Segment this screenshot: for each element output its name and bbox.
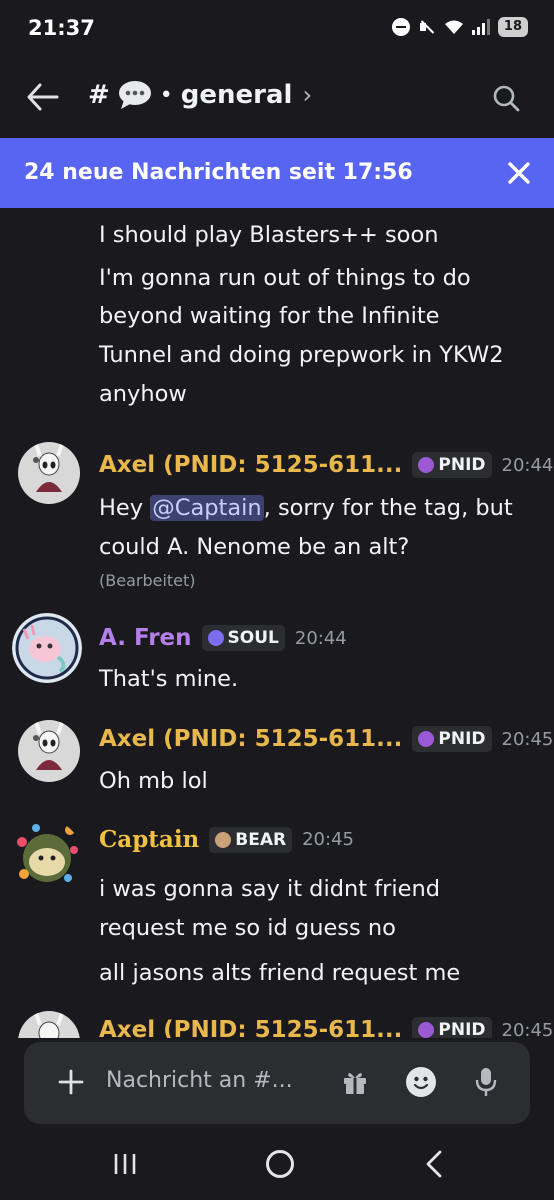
- timestamp: 20:45: [501, 1019, 554, 1039]
- avatar[interactable]: [12, 613, 82, 683]
- close-icon[interactable]: [506, 160, 532, 186]
- channel-separator: •: [159, 82, 173, 108]
- system-nav-bar: [0, 1130, 554, 1200]
- author-name[interactable]: Axel (PNID: 5125-611...: [99, 1017, 402, 1038]
- mute-icon: [418, 18, 436, 36]
- do-not-disturb-icon: [391, 18, 410, 36]
- message-line: beyond waiting for the Infinite: [99, 303, 440, 329]
- server-tag-label: SOUL: [227, 628, 279, 648]
- message-line: Tunnel and doing prepwork in YKW2: [99, 342, 504, 368]
- author-name[interactable]: Captain: [99, 826, 199, 853]
- message-line: i was gonna say it didnt friend: [99, 876, 441, 902]
- plus-icon[interactable]: [58, 1069, 84, 1095]
- message-header: Captain BEAR 20:45: [99, 826, 354, 853]
- timestamp: 20:44: [501, 454, 554, 476]
- mushroom-icon: [418, 457, 435, 473]
- message-header: Axel (PNID: 5125-611... PNID 20:45: [99, 1017, 553, 1038]
- message-line: I should play Blasters++ soon: [99, 222, 439, 248]
- mushroom-icon: [418, 1022, 435, 1038]
- cellular-signal-icon: [471, 19, 490, 35]
- server-tag[interactable]: PNID: [412, 1017, 492, 1038]
- message-list[interactable]: I should play Blasters++ soon I'm gonna …: [0, 208, 554, 1038]
- avatar[interactable]: [18, 442, 80, 504]
- edited-label: (Bearbeitet): [99, 571, 196, 590]
- mushroom-icon: [418, 731, 435, 747]
- message-line: could A. Nenome be an alt?: [99, 534, 410, 560]
- microphone-icon[interactable]: [475, 1066, 497, 1098]
- channel-header: # • general ›: [0, 60, 554, 138]
- server-tag-label: PNID: [438, 729, 486, 749]
- timestamp: 20:45: [501, 728, 554, 750]
- gift-icon[interactable]: [341, 1068, 369, 1096]
- server-tag-label: PNID: [438, 1020, 486, 1038]
- server-tag[interactable]: PNID: [412, 452, 492, 478]
- recent-apps-icon[interactable]: [112, 1152, 138, 1176]
- message-header: Axel (PNID: 5125-611... PNID 20:45: [99, 726, 553, 752]
- avatar[interactable]: [18, 720, 80, 782]
- message-line: I'm gonna run out of things to do: [99, 265, 471, 291]
- arrow-left-icon[interactable]: [26, 82, 60, 112]
- message-header: A. Fren SOUL 20:44: [99, 625, 347, 651]
- timestamp: 20:45: [302, 829, 354, 850]
- flame-icon: [207, 630, 224, 646]
- message-line: That's mine.: [99, 666, 239, 692]
- user-mention[interactable]: @Captain: [150, 495, 264, 521]
- channel-name: general: [180, 80, 293, 110]
- home-icon[interactable]: [266, 1150, 294, 1178]
- message-line: Hey @Captain, sorry for the tag, but: [99, 489, 513, 527]
- new-messages-banner[interactable]: 24 neue Nachrichten seit 17:56: [0, 138, 554, 208]
- channel-hash: #: [88, 80, 110, 110]
- server-tag[interactable]: SOUL: [201, 625, 285, 651]
- author-name[interactable]: Axel (PNID: 5125-611...: [99, 452, 402, 478]
- status-time: 21:37: [28, 16, 95, 40]
- avatar[interactable]: [18, 1011, 80, 1038]
- message-line: anyhow: [99, 381, 187, 407]
- message-text: , sorry for the tag, but: [263, 495, 513, 521]
- author-name[interactable]: Axel (PNID: 5125-611...: [99, 726, 402, 752]
- status-icons: 18: [391, 17, 528, 37]
- message-composer[interactable]: Nachricht an #...: [24, 1042, 530, 1124]
- message-line: Oh mb lol: [99, 768, 208, 794]
- timestamp: 20:44: [294, 627, 347, 649]
- battery-indicator: 18: [497, 17, 528, 37]
- emoji-icon[interactable]: [406, 1067, 436, 1097]
- search-icon[interactable]: [492, 84, 520, 112]
- server-tag-label: BEAR: [235, 829, 287, 850]
- server-tag[interactable]: BEAR: [209, 826, 293, 853]
- bear-icon: [215, 831, 232, 848]
- speech-bubble-emoji-icon: [118, 80, 152, 110]
- message-line: request me so id guess no: [99, 915, 396, 941]
- server-tag[interactable]: PNID: [412, 726, 492, 752]
- author-name[interactable]: A. Fren: [99, 625, 192, 651]
- channel-title[interactable]: # • general ›: [88, 80, 312, 110]
- message-text: Hey: [99, 495, 151, 521]
- message-input[interactable]: Nachricht an #...: [106, 1068, 293, 1093]
- message-line: all jasons alts friend request me: [99, 960, 461, 986]
- back-icon[interactable]: [424, 1150, 444, 1178]
- chevron-right-icon: ›: [302, 81, 313, 109]
- server-tag-label: PNID: [438, 455, 486, 475]
- status-bar: 21:37 18: [0, 0, 554, 60]
- wifi-icon: [444, 19, 464, 35]
- new-messages-text: 24 neue Nachrichten seit 17:56: [24, 160, 413, 185]
- message-header: Axel (PNID: 5125-611... PNID 20:44: [99, 452, 553, 478]
- avatar[interactable]: [12, 820, 82, 890]
